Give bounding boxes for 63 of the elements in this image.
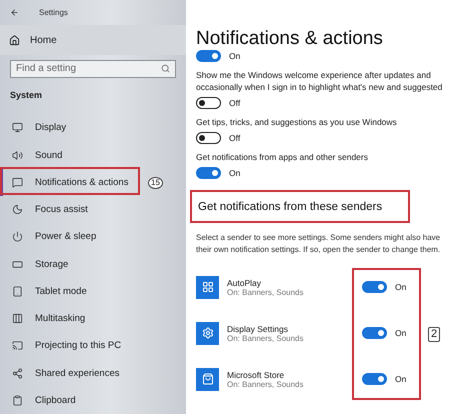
back-icon[interactable] [10, 8, 19, 18]
sender-name: Microsoft Store [227, 370, 286, 380]
sender-item[interactable]: Microsoft Store On: Banners, Sounds On [196, 356, 428, 402]
speaker-icon [12, 150, 23, 161]
message-icon [12, 176, 23, 188]
window-title: Settings [39, 8, 68, 18]
sender-item[interactable]: AutoPlay On: Banners, Sounds On [196, 264, 428, 310]
power-icon [12, 231, 23, 242]
screens-icon [12, 340, 23, 352]
setting-label: Show me the Windows welcome experience after updates and occasionally when I sign in to highlight what's new and suggested [196, 69, 444, 93]
sender-detail: On: Banners, Sounds [227, 380, 304, 388]
section-heading: System [9, 89, 44, 102]
toggle-switch[interactable] [196, 97, 221, 109]
sender-detail: On: Banners, Sounds [227, 288, 304, 296]
sidebar-item[interactable]: Tablet mode [0, 278, 186, 305]
search-icon [161, 64, 170, 74]
toggle-state: Off [229, 98, 240, 108]
section-description: Select a sender to see more settings. Some senders might also have their own notification settings. If so, open the sender to change them. [196, 232, 442, 256]
toggle-switch[interactable] [196, 167, 221, 179]
toggle-state: On [395, 282, 406, 292]
clipboard-icon [12, 394, 23, 406]
shopping-bag-icon [196, 368, 219, 390]
home-icon [9, 34, 20, 46]
sidebar-item[interactable]: Notifications & actions 15 [0, 168, 186, 196]
toggle-switch[interactable] [196, 50, 221, 62]
storage-icon [12, 258, 23, 270]
toggle-state: On [395, 328, 406, 338]
annotation-badge: 2 [428, 327, 440, 342]
setting-label: Get notifications from apps and other senders [196, 151, 369, 163]
moon-icon [12, 204, 23, 216]
share-icon [12, 368, 23, 379]
sidebar-item[interactable]: Shared experiences [0, 359, 186, 387]
toggle-switch[interactable] [196, 132, 221, 144]
toggle-state: On [229, 168, 240, 178]
sender-name: Display Settings [227, 324, 288, 334]
sidebar-item[interactable]: Display [0, 114, 186, 142]
sender-detail: On: Banners, Sounds [227, 334, 304, 342]
toggle-state: On [229, 51, 240, 61]
sender-name: AutoPlay [227, 278, 262, 288]
sender-item[interactable]: Display Settings On: Banners, Sounds On [196, 310, 428, 356]
toggle-switch[interactable] [362, 373, 387, 385]
toggle-state: Off [229, 133, 240, 143]
tablet-icon [12, 286, 23, 297]
sidebar-item[interactable]: Clipboard [0, 386, 186, 414]
gear-icon [196, 322, 219, 344]
section-heading: Get notifications from these senders [190, 190, 410, 223]
sidebar-item[interactable]: Projecting to this PC [0, 332, 186, 360]
search-field[interactable]: Find a setting [10, 60, 176, 78]
sidebar-item[interactable]: Sound [0, 141, 186, 169]
sidebar-item[interactable]: Power & sleep [0, 223, 186, 250]
home-item[interactable]: Home [0, 25, 186, 55]
columns-icon [12, 313, 23, 324]
page-title: Notifications & actions [196, 28, 384, 50]
setting-label: Get tips, tricks, and suggestions as you use Windows [196, 116, 398, 128]
sidebar-item[interactable]: Focus assist [0, 196, 186, 224]
toggle-state: On [395, 374, 406, 384]
toggle-switch[interactable] [362, 327, 387, 339]
toggle-switch[interactable] [362, 281, 387, 293]
monitor-icon [12, 122, 23, 134]
sidebar-item[interactable]: Multitasking [0, 304, 186, 332]
annotation-badge: 15 [148, 176, 163, 189]
sidebar-item[interactable]: Storage [0, 250, 186, 278]
grid-icon [196, 276, 219, 298]
